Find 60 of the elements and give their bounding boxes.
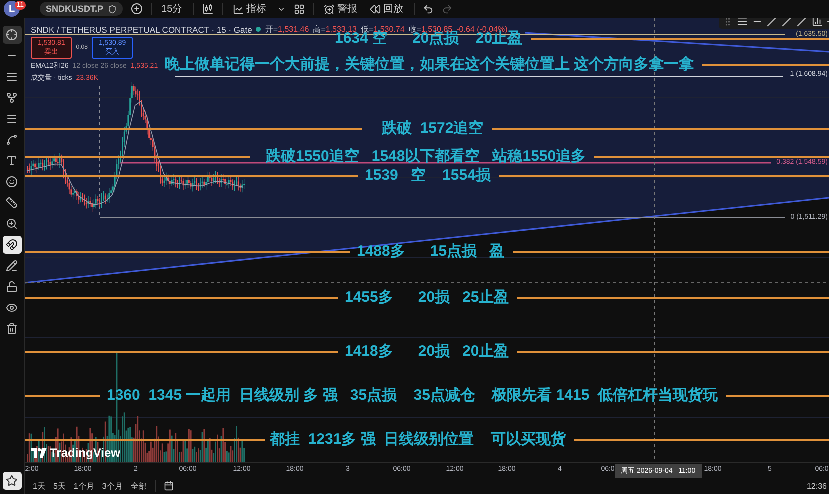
emoji-icon (6, 176, 18, 188)
volume-profile-icon[interactable] (812, 18, 823, 27)
range-button[interactable]: 5天 (53, 480, 66, 492)
clock-time: 12:36 (806, 482, 827, 490)
range-button[interactable]: 全部 (130, 480, 147, 492)
symbol-search[interactable]: SNDKUSDT.P (40, 2, 123, 16)
ruler-icon (6, 197, 18, 209)
trash-icon (6, 323, 18, 335)
text-icon (6, 155, 18, 167)
segment-icon[interactable] (797, 18, 808, 27)
star-icon (6, 475, 18, 487)
annotation-text: 跌破1550追空 1548以下都看空 站稳1550追多 (266, 149, 586, 165)
crosshair-tool[interactable] (2, 26, 22, 44)
market-status-dot (256, 27, 262, 32)
undo-icon[interactable] (422, 4, 434, 14)
annotation-text: 1360 1345 一起用 日线级别 多 强 35点损 35点减仓 极限先看 1415 低倍杠杆当现货玩 (107, 388, 718, 404)
lines-icon[interactable] (737, 18, 748, 27)
add-symbol-icon[interactable] (130, 3, 143, 15)
favorites-button[interactable] (2, 472, 22, 490)
symbol-title: SNDK / TETHERUS PERPETUAL CONTRACT · 15 · Gate (31, 24, 252, 34)
eye-icon (6, 302, 18, 314)
ohlc-value: 开=1,531.46 (265, 24, 310, 35)
alert-button[interactable]: 警报 (322, 2, 360, 16)
redo-icon[interactable] (442, 4, 453, 14)
rewind-icon (370, 4, 381, 14)
crosshair-icon (6, 29, 18, 41)
replay-button[interactable]: 回放 (368, 2, 406, 16)
chart-canvas[interactable] (25, 18, 829, 462)
annotation-text: 1488多 15点损 盈 (357, 244, 505, 260)
annotation-text: 1455多 20损 25止盈 (345, 290, 510, 306)
magnet-tool[interactable] (2, 236, 22, 254)
annotation-text: 晚上做单记得一个大前提，关键位置，如果在这个关键位置上 这个方向多拿一拿 (165, 57, 694, 73)
alarm-clock-icon (324, 4, 335, 14)
logo-icon (31, 448, 47, 458)
calendar-icon[interactable] (164, 481, 174, 491)
annotation-text: 1418多 20损 20止盈 (345, 344, 510, 360)
layout-grid-icon[interactable] (294, 4, 305, 14)
line-chart-icon (232, 4, 244, 14)
interval-button[interactable]: 15分 (160, 2, 185, 16)
annotation-text: 跌破 1572追空 (382, 121, 484, 137)
ray-icon[interactable] (782, 18, 793, 27)
indicators-button[interactable]: 指标 (230, 2, 269, 16)
drag-handle-icon[interactable] (723, 18, 733, 26)
lock-icon (6, 281, 18, 293)
shield-icon (108, 4, 117, 14)
pattern-icon (6, 92, 18, 104)
zoom-icon (6, 218, 18, 230)
candlestick-icon[interactable] (202, 3, 214, 15)
chart-logo: TradingView (31, 446, 120, 460)
pencil-icon (6, 260, 18, 272)
ohlc-value: 高=1,533.13 (313, 24, 357, 34)
range-button[interactable]: 1天 (33, 480, 46, 492)
range-button[interactable]: 3个月 (102, 480, 123, 492)
trend-line-icon[interactable] (767, 18, 778, 27)
range-button[interactable]: 1个月 (74, 480, 94, 492)
path-icon (6, 134, 18, 146)
annotation-text: 1539 空 1554损 (365, 168, 491, 184)
fib-icon (6, 71, 18, 83)
magnet-icon (6, 239, 18, 251)
annotation-text: 都挂 1231多 强 日线级别位置 可以买现货 (270, 432, 566, 448)
